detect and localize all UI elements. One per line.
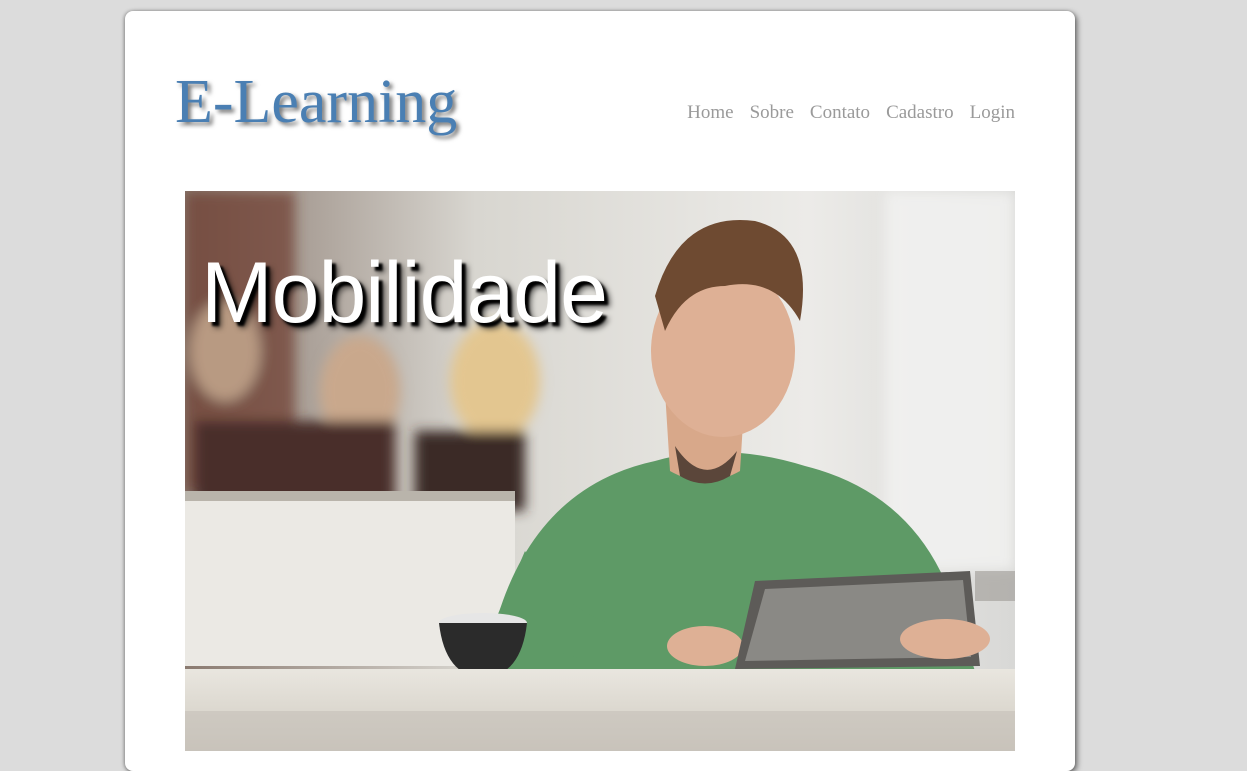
nav-link-login[interactable]: Login [970,102,1015,124]
site-logo[interactable]: E-Learning [175,67,457,137]
main-nav: Home Sobre Contato Cadastro Login [687,102,1015,124]
nav-link-home[interactable]: Home [687,102,733,124]
hero-banner: Mobilidade [185,191,1015,751]
page-card: E-Learning Home Sobre Contato Cadastro L… [125,11,1075,771]
nav-link-sobre[interactable]: Sobre [750,102,794,124]
hero-title: Mobilidade [201,245,608,341]
nav-link-contato[interactable]: Contato [810,102,870,124]
nav-link-cadastro[interactable]: Cadastro [886,102,954,124]
